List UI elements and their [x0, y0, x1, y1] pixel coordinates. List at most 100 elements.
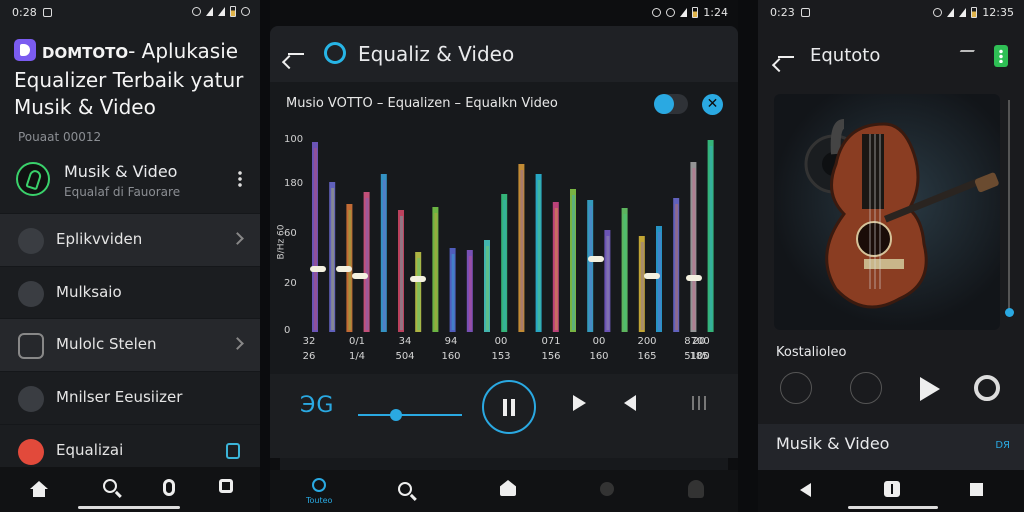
- menu-item[interactable]: Mulksaio: [0, 266, 260, 319]
- status-time: 0:23: [770, 6, 795, 19]
- eq-bar-glow: [606, 236, 610, 330]
- profile-icon[interactable]: [688, 480, 704, 498]
- sync-icon: [666, 8, 676, 17]
- record-icon[interactable]: [163, 479, 183, 499]
- bottom-nav: [0, 467, 260, 512]
- eq-knob[interactable]: [644, 273, 660, 279]
- home-icon[interactable]: [30, 481, 50, 501]
- x-tick-label: 1/4: [348, 351, 366, 362]
- sync-icon: [933, 8, 943, 17]
- eq-knob[interactable]: [310, 266, 326, 272]
- menu-item[interactable]: Mulolc Stelen: [0, 318, 260, 371]
- section-header: Musik & Video DЯ: [758, 424, 1024, 474]
- share-icon[interactable]: [955, 50, 975, 60]
- scroll-track[interactable]: [1008, 100, 1010, 310]
- x-tick-label: 160: [589, 351, 609, 362]
- eq-knob[interactable]: [336, 266, 352, 272]
- x-tick-label: 0/1: [348, 336, 366, 347]
- eq-bar-glow: [520, 170, 524, 330]
- bottom-nav: Touteo: [270, 470, 738, 512]
- back-arrow-icon[interactable]: [778, 56, 794, 58]
- middle-screen: 1:24 Equaliz & Video Musio VOTTO – Equal…: [270, 0, 738, 512]
- eq-bar-glow: [503, 200, 507, 330]
- menu-item[interactable]: Mnilser Eeusiizer: [0, 371, 260, 424]
- video-icon: [18, 333, 44, 359]
- bottom-nav: [758, 470, 1024, 512]
- gesture-bar: [848, 506, 938, 509]
- section-icon[interactable]: DЯ: [995, 440, 1010, 451]
- seek-slider[interactable]: [358, 409, 462, 421]
- eq-bar-glow: [589, 206, 593, 330]
- pause-button[interactable]: [482, 380, 536, 434]
- status-bar: 0:28: [0, 0, 260, 26]
- equalizer-control-icon[interactable]: [780, 372, 812, 404]
- eq-bar-glow: [486, 246, 489, 330]
- menu-item-label: Eplikvviden: [56, 230, 143, 248]
- eq-bar-glow: [537, 180, 541, 330]
- guitar-image: [804, 119, 999, 309]
- page-title: DOMTOTO- Aplukasie Equalizer Terbaik yat…: [14, 38, 252, 121]
- track-label: Kostalioleo: [776, 345, 847, 360]
- x-tick-label: 165: [637, 351, 657, 362]
- eq-bar-glow: [692, 168, 696, 330]
- menu-icon[interactable]: [994, 45, 1008, 67]
- rewind-icon[interactable]: [624, 395, 636, 411]
- menu-item-label: Equalizai: [56, 441, 124, 459]
- eq-bar-glow: [640, 242, 644, 330]
- battery-icon: [692, 7, 699, 18]
- sync-icon: [241, 7, 250, 16]
- menu-item[interactable]: Eplikvviden: [0, 213, 260, 266]
- play-icon[interactable]: [920, 377, 940, 401]
- calculator-icon[interactable]: [226, 443, 240, 459]
- playback-time: ЭG: [300, 393, 335, 418]
- status-time: 0:28: [12, 6, 37, 19]
- player-controls: ЭG: [270, 374, 738, 458]
- square-icon[interactable]: [219, 479, 239, 499]
- eq-knob[interactable]: [686, 275, 702, 281]
- search-icon[interactable]: [398, 482, 412, 496]
- panel-title: Musio VOTTO – Equalizen – Equalkn Video: [286, 96, 558, 111]
- status-time-right: 12:35: [982, 6, 1014, 19]
- eq-bar-glow: [451, 254, 455, 330]
- home-icon[interactable]: [500, 480, 516, 496]
- equalizer-bars[interactable]: [270, 112, 738, 372]
- eq-knob[interactable]: [352, 273, 368, 279]
- x-tick-label: 34: [398, 336, 412, 347]
- location-icon: [192, 7, 201, 16]
- equalizer-nav-icon[interactable]: [312, 478, 326, 492]
- equalizer-toggle[interactable]: [654, 94, 688, 114]
- app-bar: Equaliz & Video: [270, 26, 738, 82]
- notification-icon: [800, 8, 810, 17]
- x-tick-label: 156: [541, 351, 561, 362]
- back-arrow-icon[interactable]: [288, 53, 304, 55]
- play-next-icon[interactable]: [573, 395, 586, 411]
- back-nav-icon[interactable]: [800, 483, 811, 497]
- eq-bar-glow: [400, 216, 403, 330]
- eq-bar-glow: [468, 256, 472, 330]
- eq-knob[interactable]: [588, 256, 604, 262]
- card-subtitle: Equalaf di Fauorare: [64, 185, 181, 199]
- album-art: [774, 94, 1000, 330]
- equalizer-ring-icon: [16, 162, 50, 196]
- signal-icon: [959, 8, 967, 17]
- user-icon: [18, 228, 44, 254]
- library-icon[interactable]: [600, 482, 614, 496]
- x-tick-label: 200: [637, 336, 657, 347]
- wifi-icon: [947, 8, 955, 17]
- scroll-thumb[interactable]: [1005, 308, 1014, 317]
- effects-icon[interactable]: [850, 372, 882, 404]
- recents-nav-icon[interactable]: [970, 483, 983, 496]
- app-logo-icon: [14, 39, 36, 61]
- equalizer-mini-icon[interactable]: [692, 396, 710, 410]
- page-subtitle: Pouaat 00012: [18, 130, 102, 144]
- eq-knob[interactable]: [410, 276, 426, 282]
- app-card[interactable]: Musik & Video Equalaf di Fauorare: [0, 152, 260, 212]
- chevron-right-icon: [231, 337, 244, 350]
- eq-bar-glow: [417, 258, 421, 330]
- x-tick-label: 071: [541, 336, 561, 347]
- seek-thumb[interactable]: [390, 409, 402, 421]
- search-icon[interactable]: [103, 479, 123, 499]
- more-options-icon[interactable]: [238, 170, 242, 188]
- settings-icon[interactable]: [974, 375, 1000, 401]
- home-nav-icon[interactable]: [884, 481, 900, 497]
